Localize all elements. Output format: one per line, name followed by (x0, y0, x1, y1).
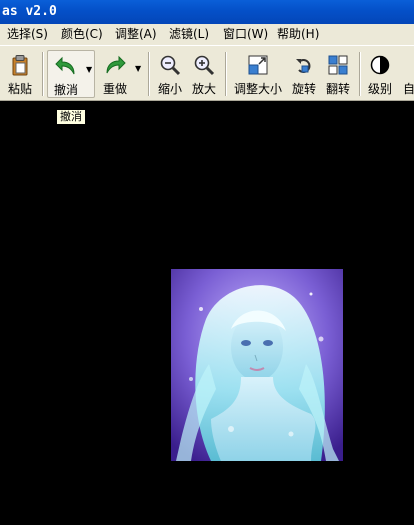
paste-label: 粘贴 (7, 82, 32, 96)
menu-help[interactable]: 帮助(H) (277, 24, 319, 45)
window-title: as v2.0 (2, 4, 57, 19)
redo-arrow-icon (98, 52, 132, 78)
levels-button[interactable]: 级别 (364, 50, 396, 98)
auto-button[interactable]: 自 (400, 50, 414, 98)
undo-tooltip: 撤消 (56, 109, 86, 125)
toolbar: 粘贴 撤消 ▼ 重做 ▼ 缩小 放大 调整大小 旋转 翻转 级别 自 (0, 45, 414, 101)
levels-label: 级别 (367, 82, 392, 96)
rotate-label: 旋转 (291, 82, 316, 96)
undo-arrow-icon (48, 53, 84, 79)
rotate-icon (289, 52, 319, 78)
separator (42, 52, 44, 96)
paste-button[interactable]: 粘贴 (4, 50, 36, 98)
auto-label: 自 (403, 82, 414, 96)
separator (359, 52, 361, 96)
redo-dropdown-icon[interactable]: ▼ (135, 64, 141, 73)
zoom-in-button[interactable]: 放大 (188, 50, 220, 98)
zoom-in-label: 放大 (191, 82, 216, 96)
redo-button[interactable]: 重做 ▼ (98, 50, 144, 98)
levels-icon (364, 52, 396, 78)
resize-icon (231, 52, 285, 78)
menu-window[interactable]: 窗口(W) (223, 24, 268, 45)
zoom-out-button[interactable]: 缩小 (154, 50, 186, 98)
title-bar: as v2.0 (0, 0, 414, 24)
undo-button[interactable]: 撤消 ▼ (47, 50, 95, 98)
zoom-out-icon (154, 52, 186, 78)
zoom-in-icon (188, 52, 220, 78)
menu-select[interactable]: 选择(S) (7, 24, 48, 45)
clipboard-icon (4, 52, 36, 78)
separator (225, 52, 227, 96)
redo-label: 重做 (102, 82, 127, 96)
zoom-out-label: 缩小 (157, 82, 182, 96)
menu-adjust[interactable]: 调整(A) (115, 24, 157, 45)
flip-button[interactable]: 翻转 (322, 50, 354, 98)
flip-icon (322, 52, 354, 78)
flip-label: 翻转 (325, 82, 350, 96)
separator (148, 52, 150, 96)
menu-filter[interactable]: 滤镜(L) (169, 24, 209, 45)
menu-bar: 选择(S) 颜色(C) 调整(A) 滤镜(L) 窗口(W) 帮助(H) (0, 24, 414, 45)
resize-label: 调整大小 (233, 82, 282, 96)
canvas-image (171, 269, 343, 461)
rotate-button[interactable]: 旋转 (289, 50, 319, 98)
undo-dropdown-icon[interactable]: ▼ (86, 65, 92, 74)
menu-color[interactable]: 颜色(C) (61, 24, 103, 45)
resize-button[interactable]: 调整大小 (231, 50, 285, 98)
undo-label: 撤消 (53, 83, 78, 97)
